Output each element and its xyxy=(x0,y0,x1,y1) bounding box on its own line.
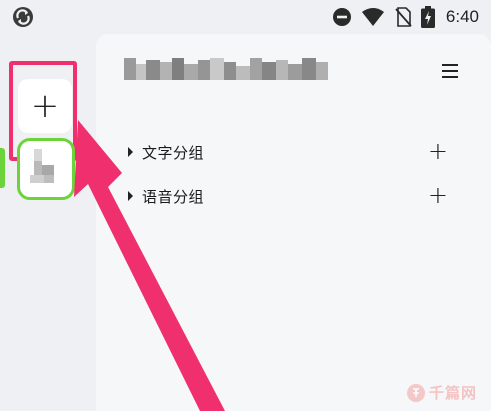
group-label: 语音分组 xyxy=(142,187,205,206)
do-not-disturb-icon xyxy=(332,8,351,26)
group-rail: + xyxy=(0,34,96,411)
add-item-button[interactable]: + xyxy=(428,139,448,163)
group-row-voice[interactable]: 语音分组 + xyxy=(128,181,448,211)
battery-charging-icon xyxy=(420,6,435,28)
watermark-text: 千篇网 xyxy=(428,384,477,402)
group-row-text[interactable]: 文字分组 + xyxy=(128,137,448,167)
group-avatar[interactable] xyxy=(17,138,75,200)
pixelated-title xyxy=(124,58,328,80)
status-bar: 6:40 xyxy=(0,0,491,34)
hamburger-menu-icon[interactable] xyxy=(442,64,458,78)
chevron-right-icon xyxy=(128,147,133,157)
watermark: 千篇网 xyxy=(406,382,477,403)
add-item-button[interactable]: + xyxy=(428,183,448,207)
watermark-logo-icon xyxy=(406,383,425,402)
group-panel: 文字分组 + 语音分组 + xyxy=(96,34,491,411)
chevron-right-icon xyxy=(128,191,133,201)
no-sim-icon xyxy=(395,7,412,27)
group-label: 文字分组 xyxy=(142,143,205,162)
clock-time: 6:40 xyxy=(445,7,479,26)
active-group-marker xyxy=(0,148,5,188)
app-sync-icon xyxy=(13,7,33,27)
wifi-icon xyxy=(361,8,384,26)
new-group-button[interactable]: + xyxy=(18,79,72,133)
